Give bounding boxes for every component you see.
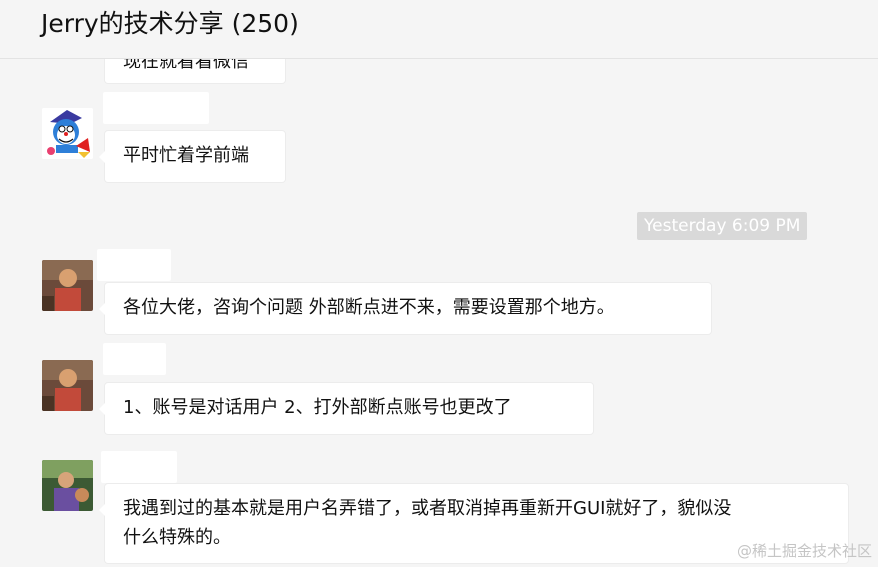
avatar[interactable] — [42, 260, 93, 311]
sender-name — [103, 92, 209, 124]
message-bubble[interactable]: 1、账号是对话用户 2、打外部断点账号也更改了 — [99, 383, 593, 434]
avatar[interactable] — [42, 460, 93, 511]
message-list[interactable]: 现在就看看微信 平时忙着学前端 Yesterday 6:09 PM 各位大佬，咨… — [0, 59, 878, 567]
photo-avatar-icon — [42, 260, 93, 311]
photo-avatar-icon — [42, 460, 93, 511]
message-text: 现在就看看微信 — [123, 59, 249, 72]
chat-header: Jerry的技术分享 (250) — [0, 0, 878, 59]
watermark: @稀土掘金技术社区 — [736, 542, 872, 560]
sender-name — [103, 343, 166, 375]
avatar[interactable] — [42, 108, 93, 159]
avatar[interactable] — [42, 360, 93, 411]
message-text: 各位大佬，咨询个问题 外部断点进不来，需要设置那个地方。 — [123, 297, 615, 318]
cartoon-avatar-icon — [42, 108, 93, 159]
timestamp: Yesterday 6:09 PM — [637, 212, 808, 240]
message-text: 1、账号是对话用户 2、打外部断点账号也更改了 — [123, 397, 512, 418]
message-bubble[interactable]: 现在就看看微信 — [105, 59, 285, 83]
sender-name — [101, 451, 177, 483]
photo-avatar-icon — [42, 360, 93, 411]
sender-name — [97, 249, 171, 281]
message-bubble[interactable]: 平时忙着学前端 — [99, 131, 285, 182]
chat-title: Jerry的技术分享 (250) — [41, 9, 299, 38]
message-text: 平时忙着学前端 — [123, 145, 249, 166]
message-bubble[interactable]: 各位大佬，咨询个问题 外部断点进不来，需要设置那个地方。 — [99, 283, 711, 334]
